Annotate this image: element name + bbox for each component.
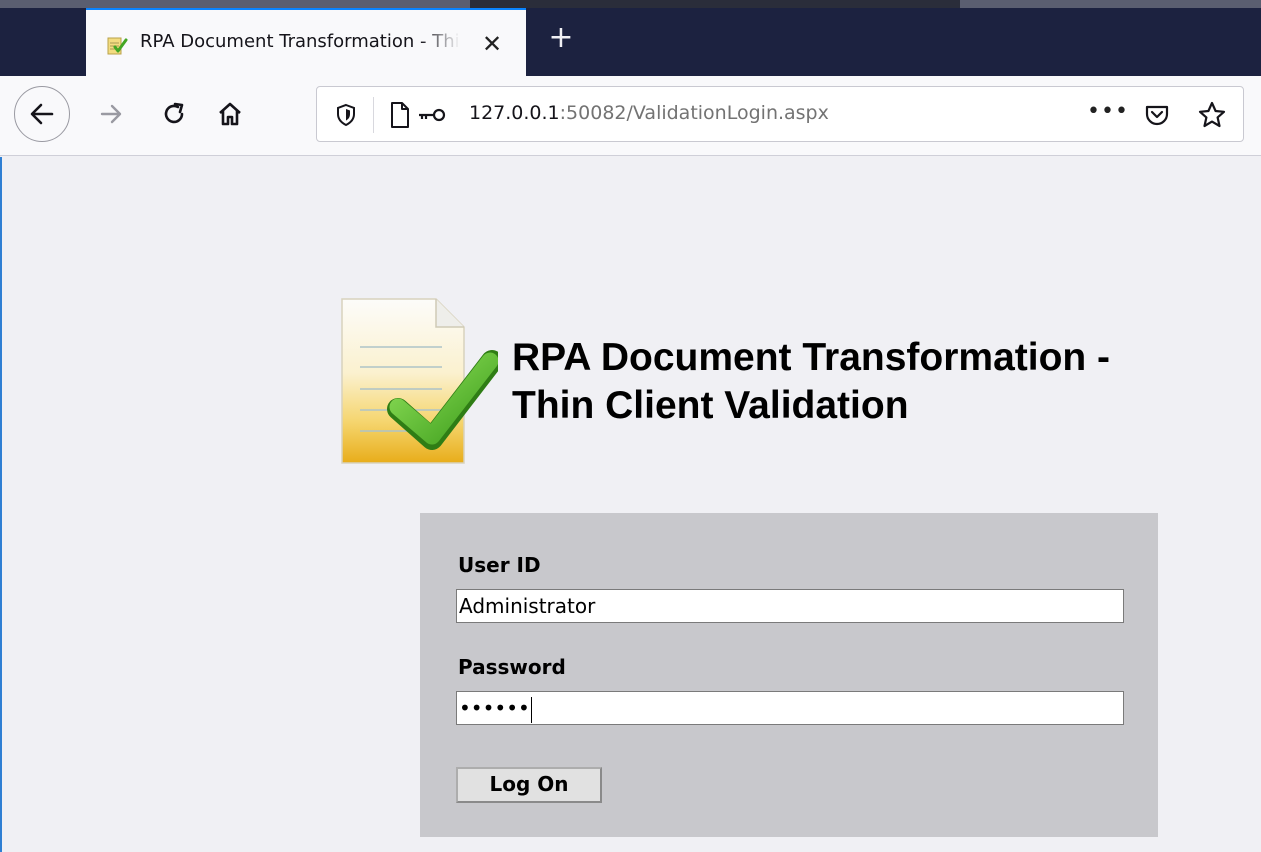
user-id-label: User ID <box>458 553 541 577</box>
address-bar[interactable]: 127.0.0.1:50082/ValidationLogin.aspx ••• <box>316 86 1244 142</box>
password-mask: •••••• <box>459 696 530 720</box>
tracking-protection-shield-icon[interactable] <box>333 102 359 128</box>
home-button[interactable] <box>210 94 250 134</box>
tab-title: RPA Document Transformation - Thin Clien… <box>140 31 460 52</box>
page-title-line-2: Thin Client Validation <box>512 384 909 427</box>
forward-button[interactable] <box>92 94 132 134</box>
page-info-icon[interactable] <box>389 101 411 129</box>
tab-strip: RPA Document Transformation - Thin Clien… <box>0 0 1261 76</box>
navigation-toolbar: 127.0.0.1:50082/ValidationLogin.aspx ••• <box>0 76 1261 156</box>
document-check-icon <box>341 298 498 464</box>
page-content: RPA Document Transformation - Thin Clien… <box>0 157 1261 852</box>
forward-arrow-icon <box>100 104 122 124</box>
key-icon[interactable] <box>417 106 447 124</box>
reload-button[interactable] <box>154 94 194 134</box>
background-window-sliver <box>0 0 1261 8</box>
page-actions-menu-icon[interactable]: ••• <box>1087 99 1128 129</box>
url-host: 127.0.0.1 <box>469 102 560 124</box>
bookmark-star-icon[interactable] <box>1197 100 1227 130</box>
new-tab-button[interactable]: + <box>546 23 576 54</box>
close-tab-icon[interactable]: ✕ <box>478 30 506 58</box>
document-check-icon <box>107 37 128 55</box>
back-arrow-icon <box>30 103 54 125</box>
url-text[interactable]: 127.0.0.1:50082/ValidationLogin.aspx <box>469 102 829 124</box>
page-title: RPA Document Transformation - Thin Clien… <box>512 334 1252 430</box>
back-button[interactable] <box>14 86 70 142</box>
url-path: :50082/ValidationLogin.aspx <box>559 102 829 124</box>
page-title-line-1: RPA Document Transformation - <box>512 336 1111 379</box>
password-label: Password <box>458 655 566 679</box>
text-caret <box>530 696 533 723</box>
user-id-input[interactable]: Administrator <box>456 589 1124 623</box>
tab-active[interactable]: RPA Document Transformation - Thin Clien… <box>86 8 526 76</box>
home-icon <box>219 102 241 126</box>
reload-icon <box>164 102 184 124</box>
password-input[interactable]: •••••• <box>456 691 1124 725</box>
pocket-icon[interactable] <box>1143 101 1171 129</box>
log-on-button[interactable]: Log On <box>456 767 602 803</box>
login-panel: User ID Administrator Password •••••• Lo… <box>420 513 1158 837</box>
